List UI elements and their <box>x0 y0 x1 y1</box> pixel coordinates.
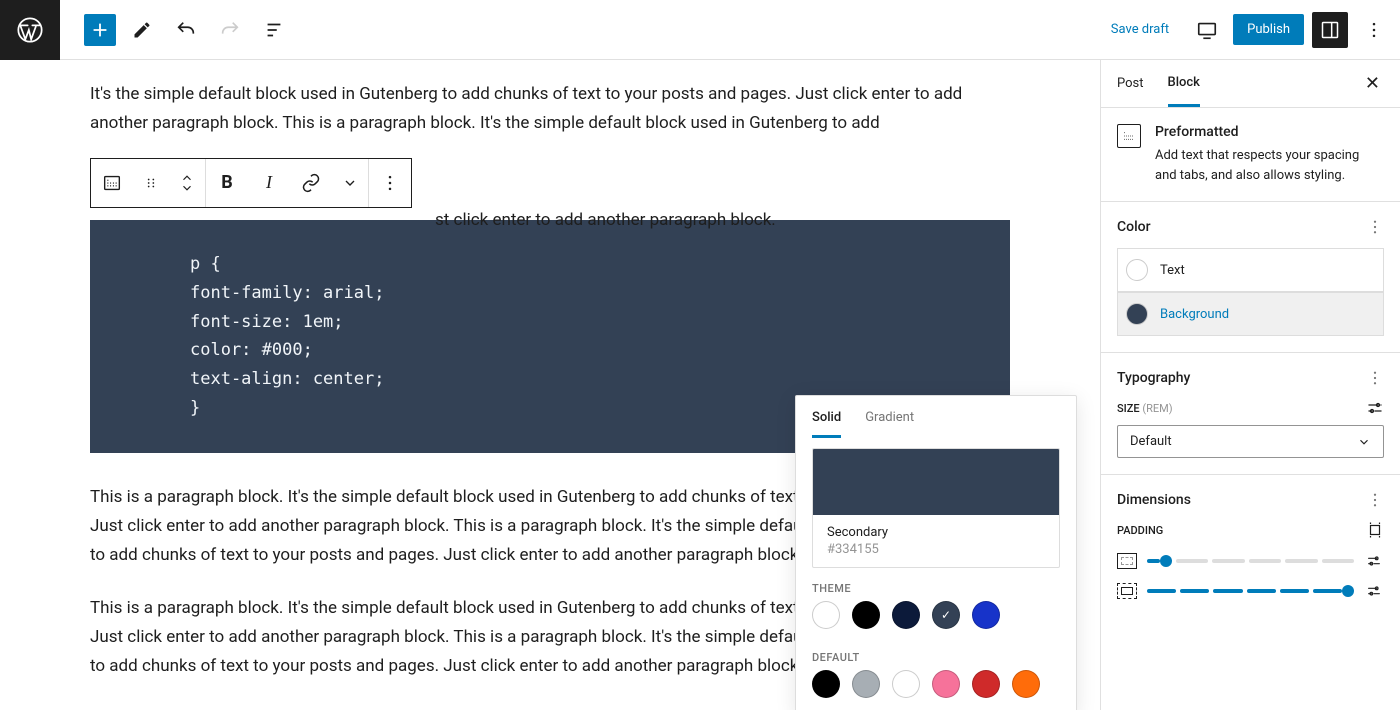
theme-color-swatch[interactable] <box>932 601 960 629</box>
close-icon[interactable]: ✕ <box>1361 69 1384 98</box>
typography-panel-title: Typography <box>1117 370 1190 386</box>
preformatted-icon <box>1117 124 1141 148</box>
slider-settings-icon[interactable] <box>1364 553 1384 569</box>
default-color-swatch[interactable] <box>932 670 960 698</box>
dimensions-panel-title: Dimensions <box>1117 492 1191 508</box>
redo-button[interactable] <box>212 12 248 48</box>
padding-unlink-icon[interactable] <box>1366 521 1384 539</box>
editor-canvas[interactable]: It's the simple default block used in Gu… <box>0 60 1100 710</box>
block-description: Add text that respects your spacing and … <box>1155 146 1384 185</box>
tab-solid[interactable]: Solid <box>812 410 841 438</box>
theme-colors-label: THEME <box>796 568 1076 601</box>
background-color-option[interactable]: Background <box>1117 292 1384 336</box>
block-type-button[interactable] <box>91 159 133 207</box>
theme-color-swatch[interactable] <box>972 601 1000 629</box>
block-more-button[interactable] <box>369 159 411 207</box>
padding-box-icon <box>1117 553 1137 569</box>
tab-block[interactable]: Block <box>1168 61 1200 107</box>
text-color-option[interactable]: Text <box>1117 248 1384 292</box>
theme-color-swatch[interactable] <box>852 601 880 629</box>
move-buttons[interactable] <box>169 159 205 207</box>
color-picker-popover: Solid Gradient Secondary #334155 THEME D… <box>795 395 1077 710</box>
color-panel-title: Color <box>1117 219 1151 235</box>
default-colors-label: DEFAULT <box>796 637 1076 670</box>
typography-panel-more-icon[interactable] <box>1366 369 1384 387</box>
settings-sidebar: Post Block ✕ Preformatted Add text that … <box>1100 60 1400 710</box>
tab-post[interactable]: Post <box>1117 62 1144 105</box>
slider-settings-icon[interactable] <box>1364 583 1384 599</box>
text-color-swatch <box>1126 259 1148 281</box>
link-button[interactable] <box>290 159 332 207</box>
color-panel-more-icon[interactable] <box>1366 218 1384 236</box>
wordpress-logo[interactable] <box>0 0 60 60</box>
padding-slider-1[interactable] <box>1147 555 1354 567</box>
default-color-swatch[interactable] <box>812 670 840 698</box>
padding-slider-2[interactable] <box>1147 585 1354 597</box>
color-name-label: Secondary <box>827 525 1045 540</box>
save-draft-button[interactable]: Save draft <box>1099 14 1181 45</box>
color-swatch-preview <box>813 449 1059 515</box>
drag-handle-icon[interactable] <box>133 159 169 207</box>
document-overview-button[interactable] <box>256 12 292 48</box>
size-select[interactable]: Default <box>1117 425 1384 458</box>
add-block-button[interactable] <box>84 14 116 46</box>
theme-color-swatch[interactable] <box>812 601 840 629</box>
edit-icon[interactable] <box>124 12 160 48</box>
default-color-swatch[interactable] <box>972 670 1000 698</box>
preview-button[interactable] <box>1189 12 1225 48</box>
publish-button[interactable]: Publish <box>1233 14 1304 45</box>
bold-button[interactable]: B <box>206 159 248 207</box>
paragraph-block[interactable]: It's the simple default block used in Gu… <box>90 80 1010 138</box>
options-button[interactable] <box>1356 12 1392 48</box>
tab-gradient[interactable]: Gradient <box>865 410 914 438</box>
background-color-swatch <box>1126 303 1148 325</box>
block-toolbar: B I <box>90 158 412 208</box>
default-color-swatch[interactable] <box>852 670 880 698</box>
default-color-swatch[interactable] <box>892 670 920 698</box>
italic-button[interactable]: I <box>248 159 290 207</box>
color-hex-label: #334155 <box>827 542 1045 557</box>
paragraph-text-fragment: st click enter to add another paragraph … <box>435 210 776 230</box>
size-settings-icon[interactable] <box>1366 399 1384 417</box>
theme-color-swatch[interactable] <box>892 601 920 629</box>
settings-toggle-button[interactable] <box>1312 12 1348 48</box>
default-color-swatch[interactable] <box>1012 670 1040 698</box>
undo-button[interactable] <box>168 12 204 48</box>
dimensions-panel-more-icon[interactable] <box>1366 491 1384 509</box>
padding-box-icon <box>1117 583 1137 599</box>
block-title: Preformatted <box>1155 124 1384 140</box>
more-formatting-button[interactable] <box>332 159 368 207</box>
